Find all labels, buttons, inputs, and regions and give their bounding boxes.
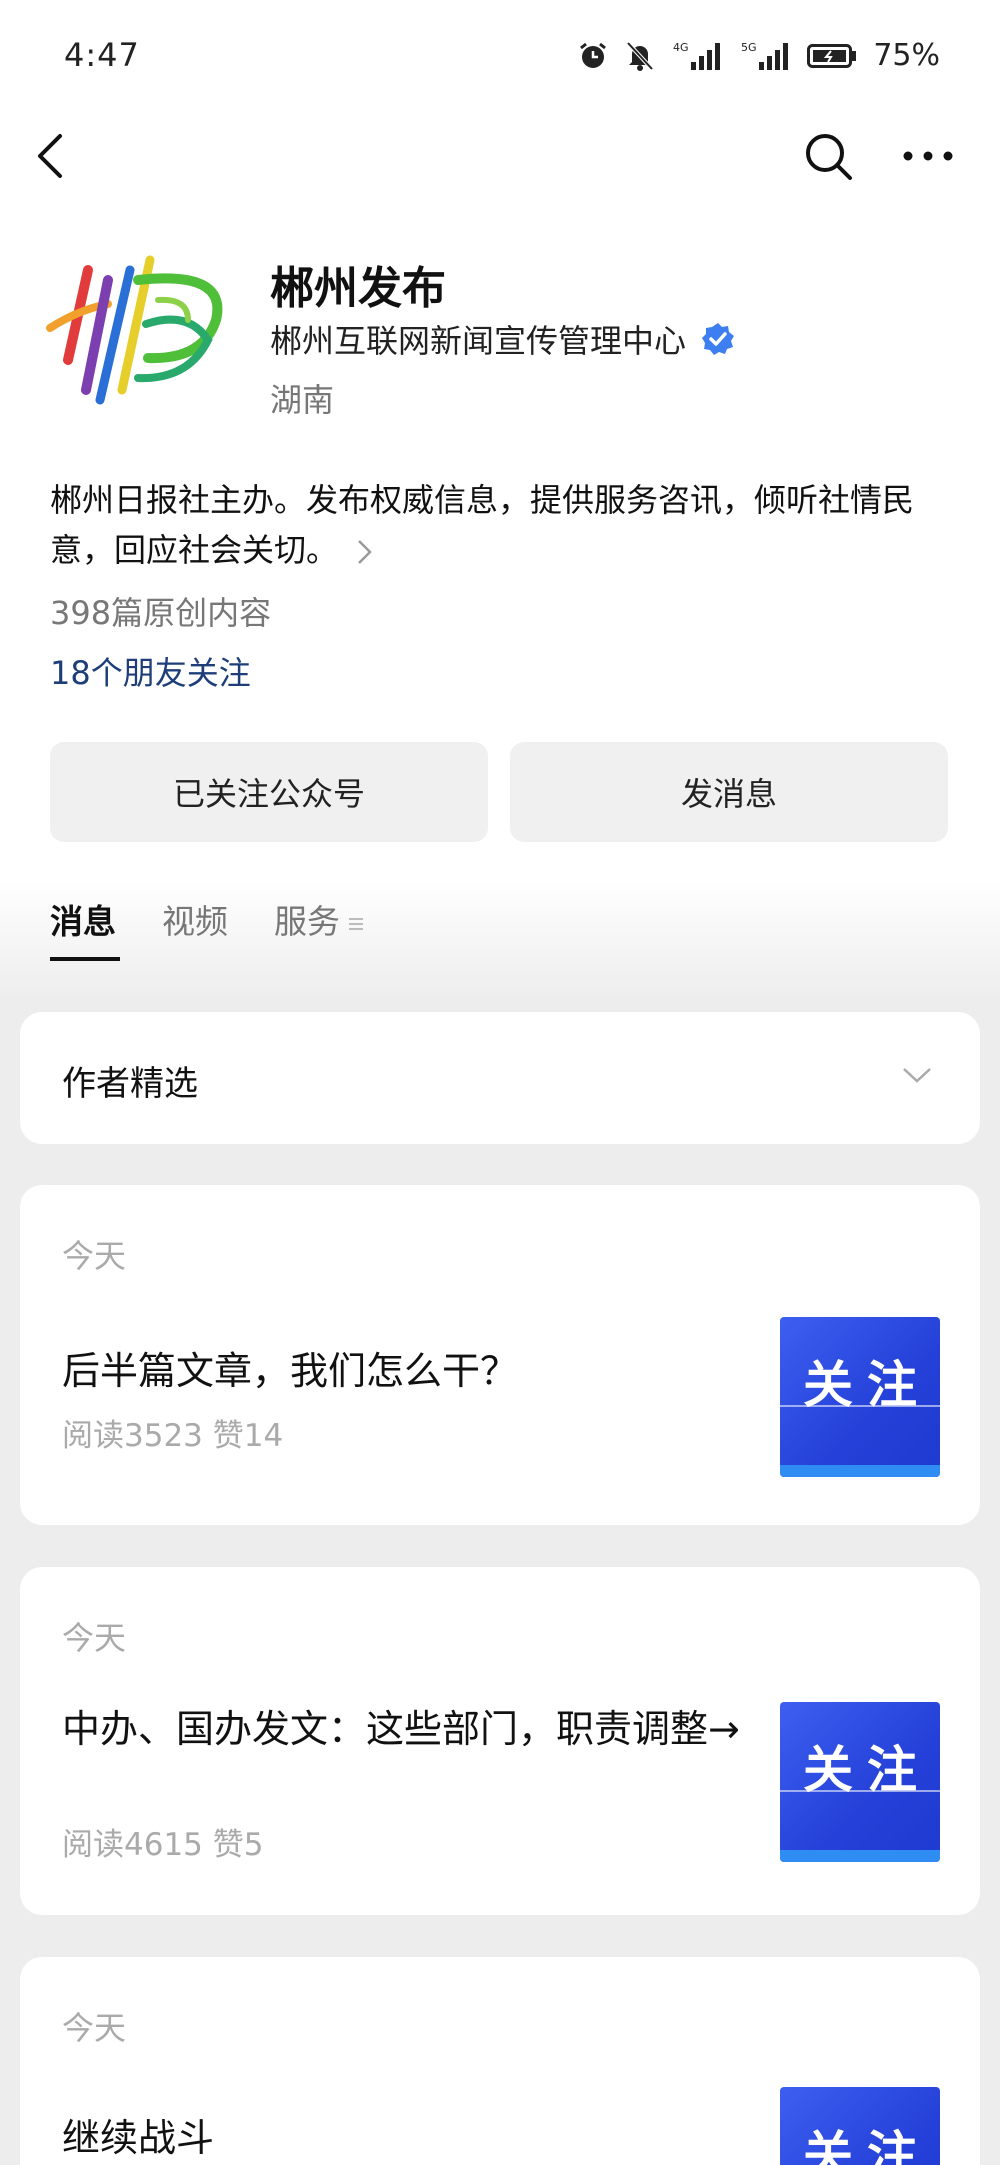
tab-services-label: 服务 — [274, 902, 340, 941]
menu-lines-icon — [349, 917, 363, 930]
article-thumbnail: 关注 — [780, 1702, 940, 1862]
article-stats: 阅读3523 赞14 — [62, 1418, 284, 1454]
status-bar: 4:47 4G 5G 75% — [0, 0, 1000, 115]
tab-messages[interactable]: 消息 — [50, 895, 120, 961]
tab-services[interactable]: 服务 — [274, 895, 366, 955]
org-row[interactable]: 郴州互联网新闻宣传管理中心 — [270, 316, 736, 362]
article-card[interactable]: 今天 中办、国办发文：这些部门，职责调整→ 阅读4615 赞5 关注 — [20, 1567, 980, 1915]
article-title: 后半篇文章，我们怎么干？ — [62, 1349, 519, 1393]
article-date: 今天 — [62, 1619, 127, 1657]
author-picks[interactable]: 作者精选 — [20, 1012, 980, 1144]
article-thumbnail: 关注 — [780, 1317, 940, 1477]
more-icon — [903, 151, 953, 161]
chevron-down-icon — [903, 1068, 931, 1083]
thumbnail-bar — [780, 1850, 940, 1862]
status-icons: 4G 5G 75% — [577, 38, 940, 73]
alarm-icon — [580, 42, 607, 68]
region: 湖南 — [270, 381, 335, 419]
signal1-label: 4G — [673, 41, 689, 54]
chenzhou-logo-icon — [46, 255, 223, 405]
article-thumbnail: 关注 — [780, 2087, 940, 2165]
article-card[interactable]: 今天 继续战斗 关注 — [20, 1957, 980, 2165]
battery-percent: 75% — [873, 38, 940, 73]
battery-icon — [807, 43, 857, 68]
tab-videos[interactable]: 视频 — [162, 895, 228, 955]
tab-bar: 消息 视频 服务 — [50, 895, 412, 961]
author-picks-label: 作者精选 — [62, 1064, 198, 1104]
more-button[interactable] — [900, 138, 956, 174]
back-arrow-icon — [38, 134, 62, 178]
article-title: 中办、国办发文：这些部门，职责调整→ — [62, 1707, 740, 1751]
status-time: 4:47 — [64, 36, 140, 74]
signal2-label: 5G — [741, 41, 757, 54]
thumbnail-line — [780, 1405, 940, 1407]
article-date: 今天 — [62, 1237, 127, 1275]
back-button[interactable] — [30, 128, 70, 184]
article-card[interactable]: 今天 后半篇文章，我们怎么干？ 阅读3523 赞14 关注 — [20, 1185, 980, 1525]
signal-icon: 4G — [673, 41, 721, 70]
account-logo[interactable] — [38, 240, 238, 420]
thumbnail-line — [780, 1790, 940, 1792]
verified-icon — [702, 323, 735, 355]
description-text: 郴州日报社主办。发布权威信息，提供服务咨讯，倾听社情民意，回应社会关切。 — [50, 481, 915, 569]
signal-icon-2: 5G — [741, 41, 789, 70]
chevron-right-icon — [358, 540, 372, 564]
send-message-button[interactable]: 发消息 — [510, 742, 948, 842]
search-button[interactable] — [800, 128, 856, 184]
articles-count: 398篇原创内容 — [50, 594, 272, 632]
mute-icon — [626, 41, 654, 71]
article-stats: 阅读4615 赞5 — [62, 1827, 264, 1863]
thumbnail-bar — [780, 1465, 940, 1477]
article-date: 今天 — [62, 2009, 127, 2047]
account-description[interactable]: 郴州日报社主办。发布权威信息，提供服务咨讯，倾听社情民意，回应社会关切。 — [50, 475, 960, 575]
friends-follow-link[interactable]: 18个朋友关注 — [50, 648, 251, 694]
article-title: 继续战斗 — [62, 2116, 215, 2160]
followed-button[interactable]: 已关注公众号 — [50, 742, 488, 842]
thumbnail-text: 关注 — [803, 2126, 931, 2165]
account-name: 郴州发布 — [270, 263, 446, 314]
org-name: 郴州互联网新闻宣传管理中心 — [270, 322, 687, 360]
search-icon — [806, 134, 852, 180]
nav-bar — [0, 120, 1000, 192]
